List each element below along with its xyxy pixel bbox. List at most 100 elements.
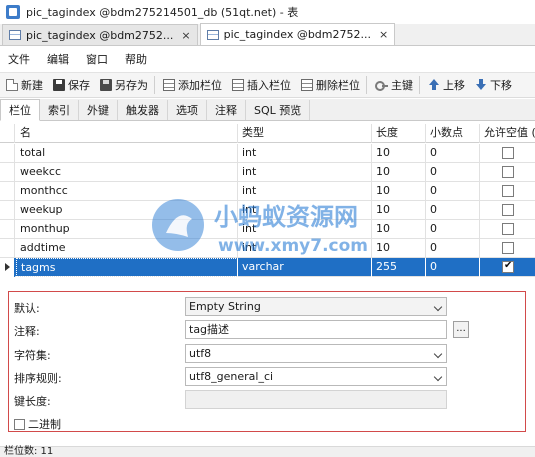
binary-checkbox-row[interactable]: 二进制 [14, 416, 61, 432]
comment-value: tag描述 [189, 323, 230, 336]
default-value: Empty String [189, 300, 261, 313]
arrow-up-icon [428, 79, 440, 91]
field-type-cell[interactable]: int [238, 163, 372, 182]
field-name-cell[interactable]: addtime [16, 239, 238, 258]
collation-select[interactable]: utf8_general_ci [185, 367, 447, 386]
primary-key-button[interactable]: 主键 [369, 74, 417, 96]
row-indicator[interactable] [0, 239, 15, 258]
save-as-button-label: 另存为 [115, 79, 148, 92]
nullable-checkbox[interactable] [502, 223, 514, 235]
close-icon[interactable]: × [379, 28, 388, 41]
delete-field-button[interactable]: 删除栏位 [295, 74, 364, 96]
delete-field-icon [301, 79, 313, 91]
status-bar: 栏位数: 11 [0, 446, 535, 457]
header-decimals[interactable]: 小数点 [426, 124, 480, 143]
field-length-cell[interactable]: 10 [372, 163, 426, 182]
field-length-cell[interactable]: 255 [372, 258, 426, 277]
table-row[interactable]: weekup int 10 0 [0, 201, 535, 220]
insert-field-button[interactable]: 插入栏位 [226, 74, 295, 96]
tab-triggers[interactable]: 触发器 [118, 100, 168, 120]
nullable-checkbox[interactable] [502, 260, 514, 273]
move-down-button[interactable]: 下移 [469, 74, 516, 96]
add-field-button[interactable]: 添加栏位 [157, 74, 226, 96]
document-tab-2[interactable]: pic_tagindex @bdm2752... × [199, 23, 396, 45]
field-type-cell[interactable]: int [238, 144, 372, 163]
nullable-checkbox[interactable] [502, 242, 514, 254]
row-indicator-header [0, 124, 15, 143]
save-as-button[interactable]: 另存为 [94, 74, 152, 96]
nullable-checkbox[interactable] [502, 185, 514, 197]
save-button[interactable]: 保存 [47, 74, 94, 96]
tab-options[interactable]: 选项 [168, 100, 207, 120]
table-row-selected[interactable]: tagms varchar 255 0 [0, 258, 535, 277]
table-row[interactable]: monthcc int 10 0 [0, 182, 535, 201]
table-row[interactable]: addtime int 10 0 [0, 239, 535, 258]
field-decimals-cell[interactable]: 0 [426, 258, 480, 277]
tab-comment[interactable]: 注释 [207, 100, 246, 120]
field-type-cell[interactable]: varchar [238, 258, 372, 277]
close-icon[interactable]: × [181, 29, 190, 42]
comment-row: 注释: tag描述 ... [9, 318, 527, 340]
nullable-checkbox[interactable] [502, 147, 514, 159]
save-as-icon [100, 79, 112, 91]
field-length-cell[interactable]: 10 [372, 201, 426, 220]
document-tab-bar: pic_tagindex @bdm2752... × pic_tagindex … [0, 23, 535, 46]
key-icon [375, 79, 388, 91]
field-name-cell[interactable]: monthcc [16, 182, 238, 201]
collation-value: utf8_general_ci [189, 370, 274, 383]
field-type-cell[interactable]: int [238, 201, 372, 220]
field-length-cell[interactable]: 10 [372, 239, 426, 258]
add-field-icon [163, 79, 175, 91]
row-indicator[interactable] [0, 220, 15, 239]
field-decimals-cell[interactable]: 0 [426, 182, 480, 201]
menu-help[interactable]: 帮助 [117, 51, 156, 67]
new-button[interactable]: 新建 [0, 74, 47, 96]
field-decimals-cell[interactable]: 0 [426, 201, 480, 220]
row-indicator[interactable] [0, 201, 15, 220]
tab-sql-preview[interactable]: SQL 预览 [246, 100, 311, 120]
header-name[interactable]: 名 [16, 124, 238, 143]
tab-fields[interactable]: 栏位 [0, 99, 40, 121]
field-name-cell[interactable]: tagms [16, 258, 238, 277]
header-nullable[interactable]: 允许空值 ( [480, 124, 535, 143]
current-row-indicator[interactable] [0, 258, 15, 277]
field-decimals-cell[interactable]: 0 [426, 163, 480, 182]
table-row[interactable]: total int 10 0 [0, 144, 535, 163]
row-indicator[interactable] [0, 163, 15, 182]
move-up-button[interactable]: 上移 [422, 74, 469, 96]
charset-label: 字符集: [14, 349, 51, 362]
field-type-cell[interactable]: int [238, 220, 372, 239]
field-type-cell[interactable]: int [238, 239, 372, 258]
menu-file[interactable]: 文件 [0, 51, 39, 67]
header-type[interactable]: 类型 [238, 124, 372, 143]
field-name-cell[interactable]: total [16, 144, 238, 163]
header-length[interactable]: 长度 [372, 124, 426, 143]
tab-foreign-keys[interactable]: 外键 [79, 100, 118, 120]
table-row[interactable]: weekcc int 10 0 [0, 163, 535, 182]
row-indicator[interactable] [0, 182, 15, 201]
nullable-checkbox[interactable] [502, 204, 514, 216]
row-indicator[interactable] [0, 144, 15, 163]
insert-field-icon [232, 79, 244, 91]
default-select[interactable]: Empty String [185, 297, 447, 316]
nullable-checkbox[interactable] [502, 166, 514, 178]
field-name-cell[interactable]: weekup [16, 201, 238, 220]
binary-checkbox[interactable] [14, 418, 25, 430]
field-length-cell[interactable]: 10 [372, 144, 426, 163]
field-name-cell[interactable]: weekcc [16, 163, 238, 182]
field-decimals-cell[interactable]: 0 [426, 220, 480, 239]
charset-select[interactable]: utf8 [185, 344, 447, 363]
document-tab-1[interactable]: pic_tagindex @bdm2752... × [2, 24, 198, 45]
menu-edit[interactable]: 编辑 [39, 51, 78, 67]
field-length-cell[interactable]: 10 [372, 182, 426, 201]
field-decimals-cell[interactable]: 0 [426, 144, 480, 163]
field-type-cell[interactable]: int [238, 182, 372, 201]
field-decimals-cell[interactable]: 0 [426, 239, 480, 258]
table-row[interactable]: monthup int 10 0 [0, 220, 535, 239]
field-length-cell[interactable]: 10 [372, 220, 426, 239]
menu-window[interactable]: 窗口 [78, 51, 117, 67]
comment-input[interactable]: tag描述 [185, 320, 447, 339]
tab-indexes[interactable]: 索引 [40, 100, 79, 120]
comment-expand-button[interactable]: ... [453, 321, 469, 338]
field-name-cell[interactable]: monthup [16, 220, 238, 239]
